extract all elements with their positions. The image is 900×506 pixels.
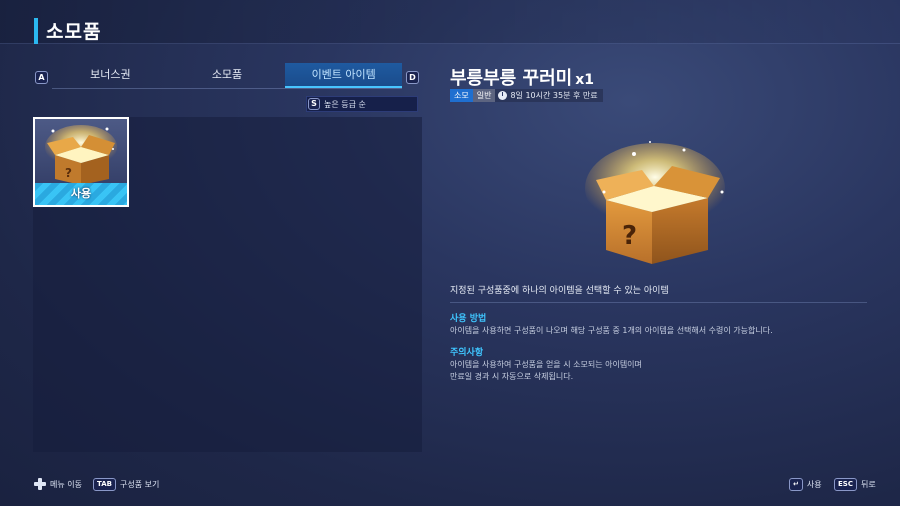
- tab-bonus-ticket[interactable]: 보너스권: [52, 63, 169, 88]
- footer-hints: 메뉴 이동 TAB 구성품 보기 ↵ 사용 ESC 뒤로: [0, 474, 900, 494]
- tab-event-items[interactable]: 이벤트 아이템: [285, 63, 403, 88]
- item-tags: 소모 일반 8일 10시간 35분 후 만료: [450, 88, 603, 102]
- svg-text:?: ?: [622, 221, 637, 251]
- category-tabs: 보너스권 소모품 이벤트 아이템: [52, 63, 403, 89]
- caution-text-line1: 아이템을 사용하여 구성품을 얻을 시 소모되는 아이템이며: [450, 360, 642, 369]
- hint-move-label: 메뉴 이동: [50, 479, 82, 489]
- tab-next-key[interactable]: D: [406, 71, 419, 84]
- hint-components-label: 구성품 보기: [119, 480, 160, 489]
- expire-text: 8일 10시간 35분 후 만료: [510, 90, 598, 100]
- tag-type: 소모: [450, 88, 473, 102]
- sort-label: 높은 등급 순: [324, 99, 366, 109]
- title-accent-bar: [34, 18, 38, 44]
- sort-key: S: [308, 98, 320, 110]
- tab-key: TAB: [93, 478, 116, 491]
- item-quantity: x1: [575, 72, 594, 88]
- tag-grade: 일반: [472, 88, 496, 102]
- item-description: 지정된 구성품중에 하나의 아이템을 선택할 수 있는 아이템: [450, 286, 669, 296]
- hint-use[interactable]: ↵ 사용: [789, 478, 822, 491]
- tab-consumables[interactable]: 소모품: [169, 63, 286, 88]
- usage-title: 사용 방법: [450, 314, 487, 324]
- item-card-bureung-bundle[interactable]: ? 사용: [33, 117, 129, 207]
- enter-icon: ↵: [789, 478, 803, 491]
- item-name: 부릉부릉 꾸러미 x1: [450, 64, 594, 90]
- hint-components[interactable]: TAB 구성품 보기: [93, 478, 159, 491]
- dpad-icon: [34, 478, 46, 490]
- usage-text: 아이템을 사용하면 구성품이 나오며 해당 구성품 중 1개의 아이템을 선택해…: [450, 326, 773, 335]
- item-name-text: 부릉부릉 꾸러미: [450, 68, 573, 89]
- top-bar: 소모품: [0, 0, 900, 44]
- hint-move: 메뉴 이동: [34, 478, 82, 490]
- hint-back[interactable]: ESC 뒤로: [834, 478, 876, 491]
- page-title: 소모품: [46, 21, 102, 43]
- expire-badge: 8일 10시간 35분 후 만료: [495, 88, 603, 102]
- detail-divider: [450, 302, 867, 303]
- sort-dropdown[interactable]: S 높은 등급 순: [306, 96, 418, 112]
- hint-use-label: 사용: [806, 480, 822, 489]
- caution-title: 주의사항: [450, 348, 484, 358]
- use-label: 사용: [35, 183, 127, 205]
- svg-text:?: ?: [65, 166, 72, 180]
- clock-icon: [498, 90, 508, 100]
- tab-prev-key[interactable]: A: [35, 71, 48, 84]
- caution-text-line2: 만료일 경과 시 자동으로 삭제됩니다.: [450, 372, 574, 381]
- mystery-box-icon: ?: [45, 125, 117, 185]
- hint-back-label: 뒤로: [860, 480, 876, 489]
- esc-key: ESC: [834, 478, 857, 491]
- mystery-box-large-icon: ?: [585, 141, 725, 264]
